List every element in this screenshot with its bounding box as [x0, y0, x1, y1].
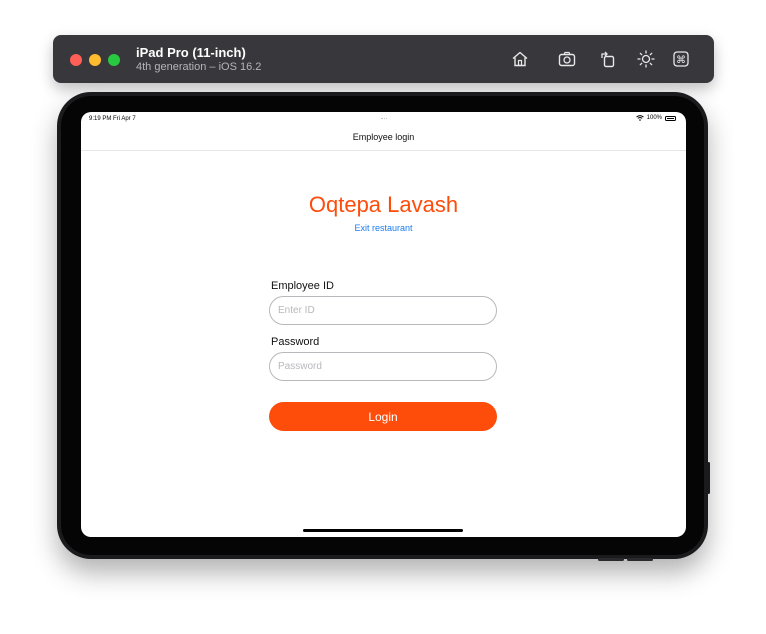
bottom-button-right — [627, 558, 653, 561]
rotate-button[interactable] — [597, 48, 619, 70]
battery-percent: 100% — [646, 115, 662, 121]
minimize-window-button[interactable] — [89, 54, 101, 66]
password-input[interactable] — [269, 352, 497, 381]
close-window-button[interactable] — [70, 54, 82, 66]
home-indicator[interactable] — [303, 529, 463, 532]
screenshot-icon — [558, 51, 576, 67]
rotate-icon — [601, 51, 615, 68]
screenshot-button[interactable] — [556, 48, 578, 70]
exit-restaurant-link[interactable]: Exit restaurant — [81, 223, 686, 233]
login-button[interactable]: Login — [269, 402, 497, 431]
battery-icon — [665, 115, 676, 121]
ipad-screen: 9:19 PM Fri Apr 7 100% Employee login Oq… — [81, 112, 686, 537]
svg-text:⌘: ⌘ — [676, 55, 686, 66]
bottom-button-left — [598, 558, 624, 561]
appearance-icon — [637, 50, 655, 68]
side-volume-button — [707, 462, 710, 494]
password-label: Password — [271, 336, 320, 348]
camera-indicator — [381, 118, 387, 121]
status-time: 9:19 PM Fri Apr 7 — [89, 116, 136, 122]
simulator-toolbar: iPad Pro (11-inch) 4th generation – iOS … — [53, 35, 714, 83]
zoom-window-button[interactable] — [108, 54, 120, 66]
restaurant-name: Oqtepa Lavash — [308, 192, 459, 217]
keyboard-button[interactable]: ⌘ — [670, 48, 692, 70]
employee-id-input[interactable] — [269, 296, 497, 325]
nav-divider — [81, 150, 686, 151]
keyboard-icon: ⌘ — [673, 51, 689, 67]
employee-id-label: Employee ID — [271, 280, 334, 292]
wifi-icon — [635, 115, 644, 121]
home-button[interactable] — [509, 48, 531, 70]
home-icon — [512, 51, 528, 67]
status-indicators: 100% — [635, 115, 676, 121]
device-info: 4th generation – iOS 16.2 — [136, 61, 262, 73]
appearance-button[interactable] — [635, 48, 657, 70]
page-title: Employee login — [352, 132, 415, 142]
device-name: iPad Pro (11-inch) — [136, 45, 246, 60]
